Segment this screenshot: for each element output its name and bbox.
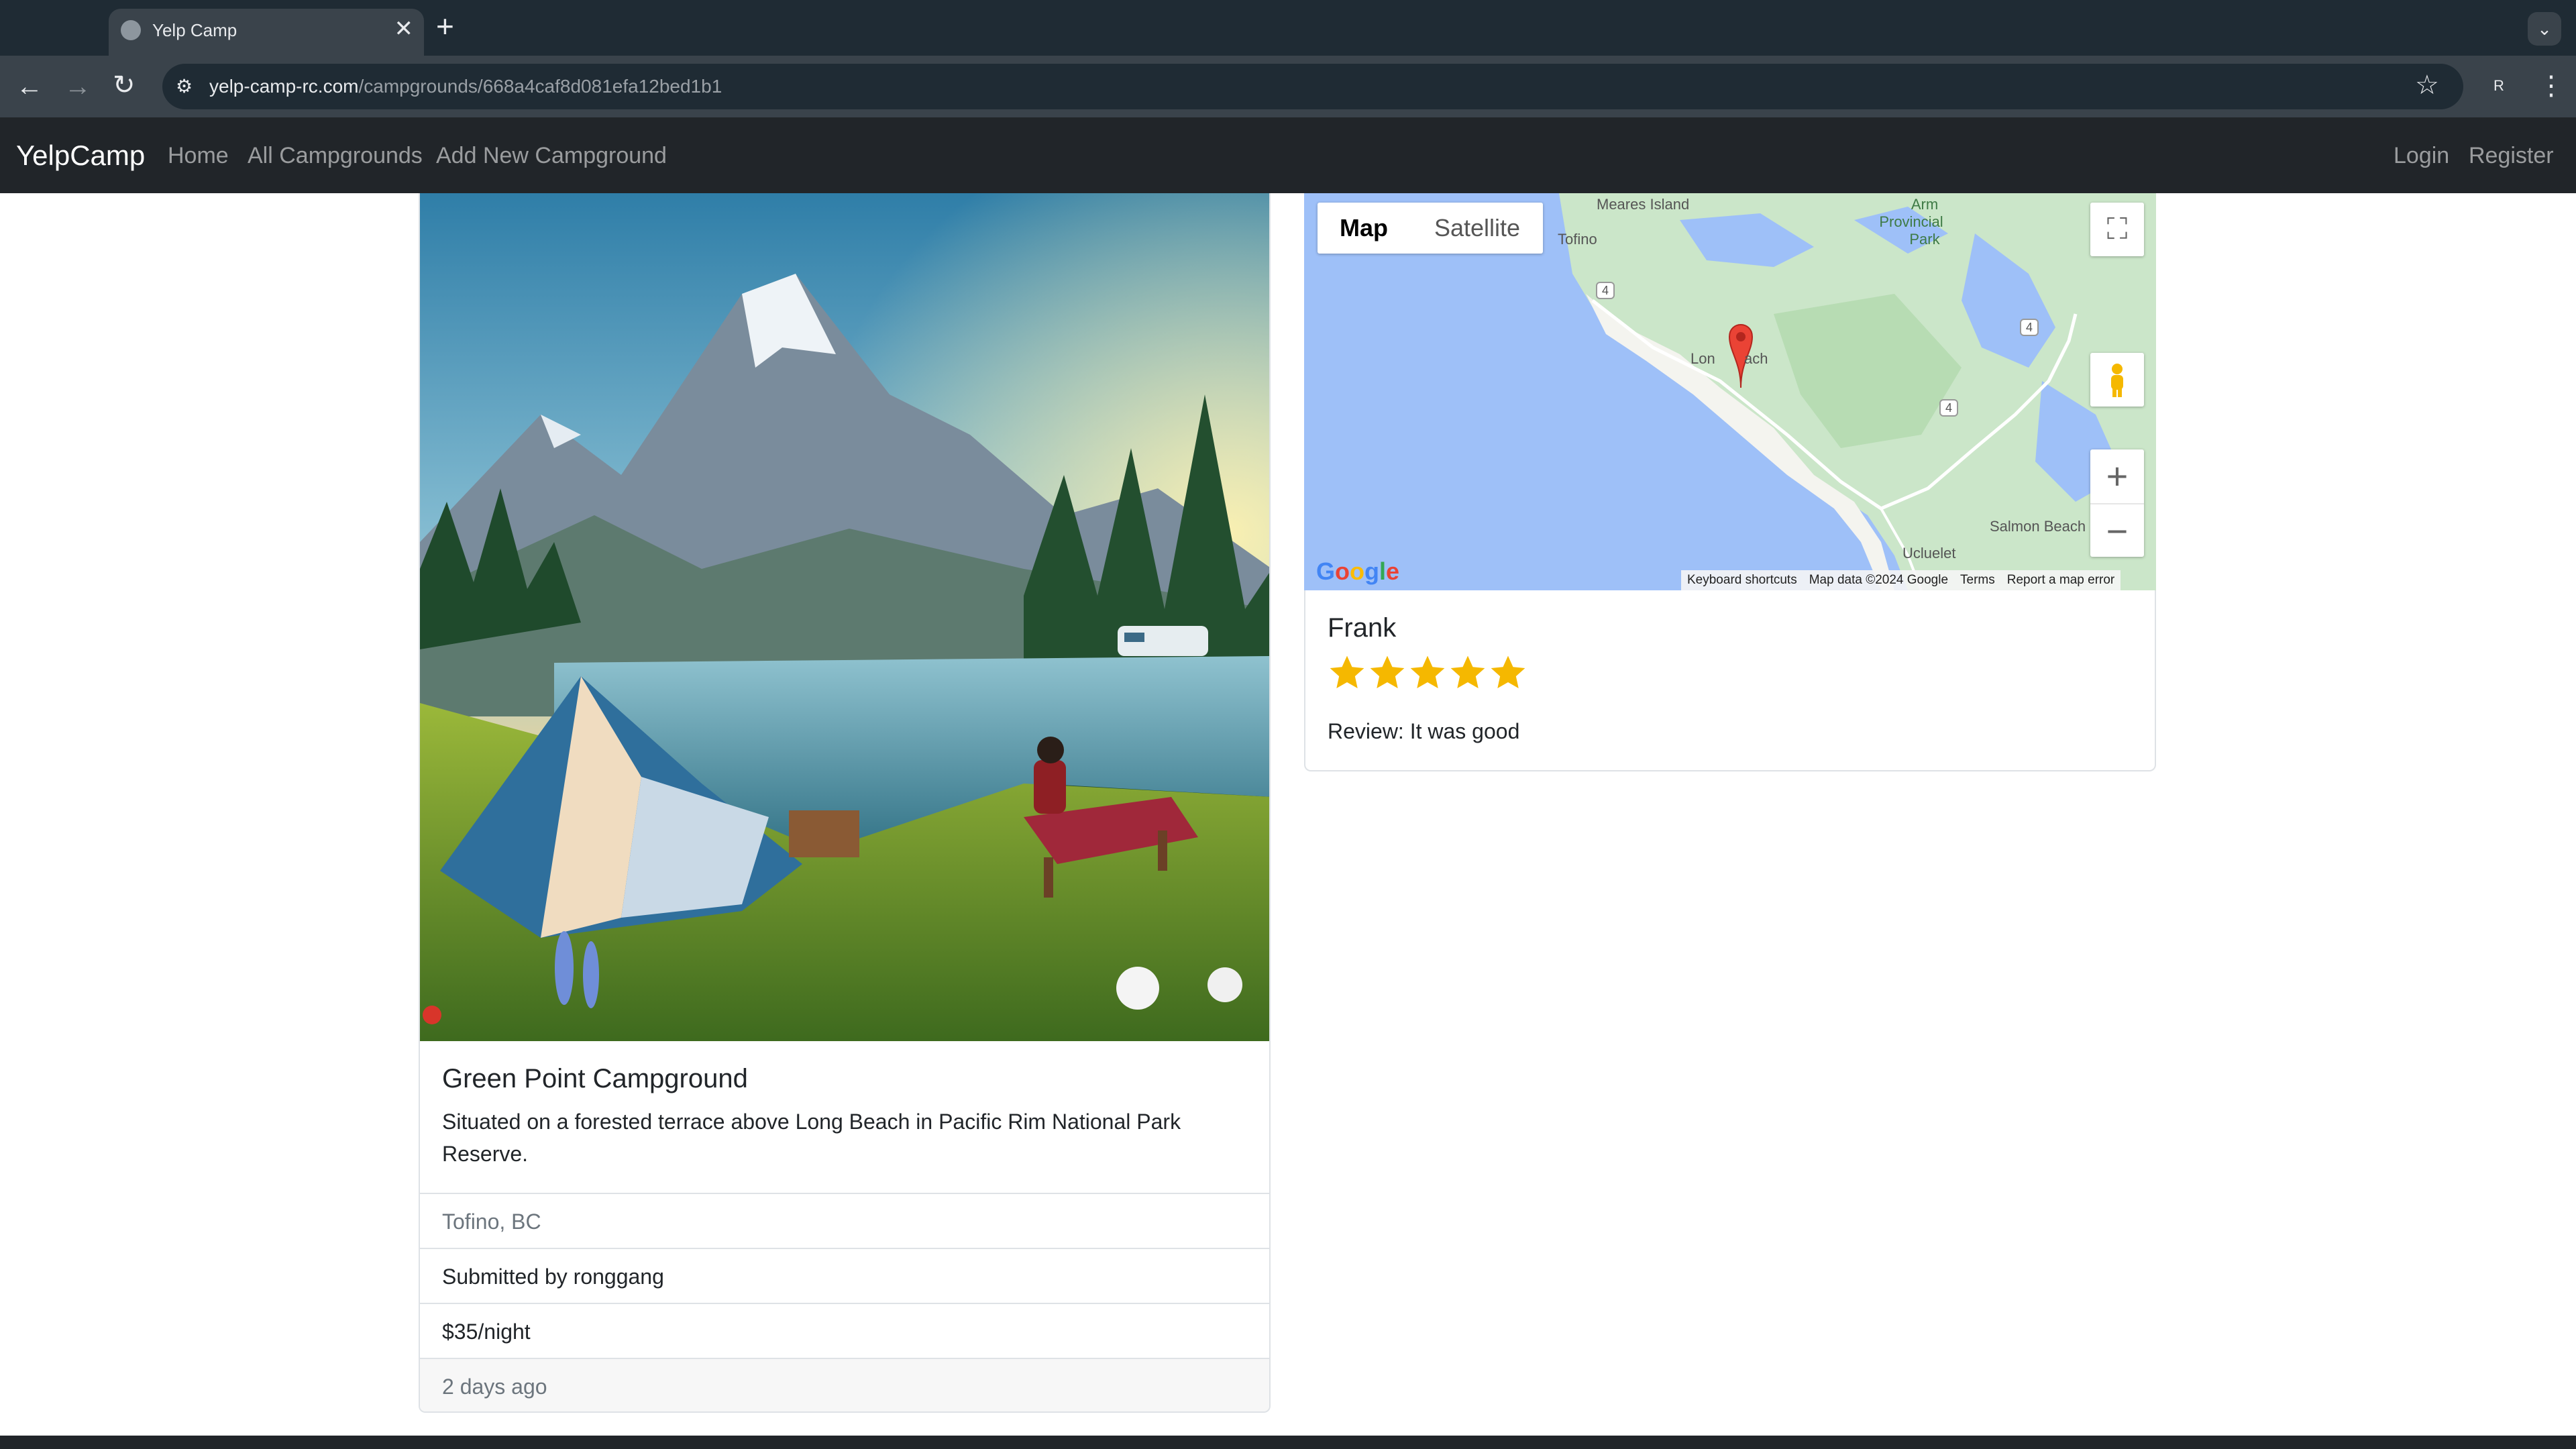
star-rating (1328, 653, 1529, 696)
nav-register-link[interactable]: Register (2469, 142, 2554, 169)
campground-card-footer: 2 days ago (420, 1358, 1269, 1411)
url-domain: yelp-camp-rc.com (209, 76, 359, 97)
campground-card: Green Point Campground Situated on a for… (419, 193, 1271, 1413)
campground-location: Tofino, BC (442, 1210, 541, 1234)
browser-menu-icon[interactable]: ⋮ (2538, 67, 2565, 105)
campground-posted-time: 2 days ago (442, 1375, 547, 1399)
map-label-ucluelet: Ucluelet (1902, 545, 1956, 561)
url-path: /campgrounds/668a4caf8d081efa12bed1b1 (358, 76, 722, 97)
close-tab-icon[interactable]: ✕ (394, 15, 414, 42)
campground-author-item: Submitted by ronggang (420, 1248, 1269, 1303)
star-icon (1330, 655, 1364, 688)
review-text: Review: It was good (1328, 719, 1520, 743)
tab-title: Yelp Camp (152, 20, 237, 40)
campground-description: Situated on a forested terrace above Lon… (442, 1110, 1181, 1166)
url-text[interactable]: yelp-camp-rc.com/campgrounds/668a4caf8d0… (209, 72, 722, 101)
review-card: Frank Review: It was good (1304, 590, 2156, 771)
route-4-label: 4 (1601, 284, 1609, 297)
globe-icon (121, 20, 141, 40)
map-label-meares-island: Meares Island (1597, 196, 1690, 213)
report-map-error-link[interactable]: Report a map error (2001, 570, 2121, 590)
browser-tab[interactable]: Yelp Camp ✕ (109, 9, 424, 56)
profile-avatar[interactable]: R (2482, 69, 2516, 103)
street-view-pegman-icon[interactable] (2090, 353, 2144, 407)
tab-search-chevron-icon[interactable]: ⌄ (2528, 12, 2561, 46)
star-icon (1410, 655, 1445, 688)
map-attribution-bar: Keyboard shortcuts Map data ©2024 Google T… (1681, 570, 2121, 590)
zoom-out-button[interactable]: − (2090, 503, 2144, 557)
map-label-long-beach-end: ach (1744, 350, 1768, 367)
zoom-control: + − (2090, 449, 2144, 557)
page-footer-bar (0, 1436, 2576, 1449)
star-icon (1491, 655, 1525, 688)
map-data-attribution: Map data ©2024 Google (1809, 573, 1949, 587)
map-label-tofino: Tofino (1558, 231, 1597, 248)
zoom-in-button[interactable]: + (2090, 449, 2144, 503)
campground-photo (420, 193, 1269, 1041)
brand-logo[interactable]: YelpCamp (16, 140, 145, 172)
map-type-control: Map Satellite (1318, 203, 1543, 254)
fullscreen-icon[interactable]: ⛶ (2090, 203, 2144, 256)
pegman-figure (2111, 364, 2123, 397)
map-type-satellite-button[interactable]: Satellite (1411, 203, 1543, 254)
nav-login-link[interactable]: Login (2394, 142, 2449, 169)
map-type-map-button[interactable]: Map (1318, 203, 1410, 254)
keyboard-shortcuts-link[interactable]: Keyboard shortcuts (1681, 570, 1803, 590)
map-label-park: Park (1909, 231, 1940, 248)
google-logo[interactable]: Google (1316, 558, 1399, 585)
star-icon (1370, 655, 1405, 688)
terms-link[interactable]: Terms (1954, 570, 2001, 590)
site-info-icon[interactable]: ⚙ (176, 72, 193, 101)
map-label-long-beach-start: Lon (1690, 350, 1715, 367)
campground-title: Green Point Campground (442, 1064, 748, 1093)
new-tab-button[interactable]: + (436, 9, 454, 43)
map-label-provincial: Provincial (1879, 213, 1943, 230)
route-4-label: 4 (2025, 321, 2033, 334)
campground-author: Submitted by ronggang (442, 1265, 664, 1289)
map-label-arm: Arm (1911, 196, 1939, 213)
nav-home-link[interactable]: Home (168, 142, 229, 169)
review-author: Frank (1328, 613, 1397, 643)
reload-icon[interactable]: ↻ (113, 70, 136, 101)
nav-add-campground-link[interactable]: Add New Campground (436, 142, 667, 169)
campground-map[interactable]: 4 4 4 Meares Island Tofino Arm Provincia… (1304, 193, 2156, 590)
campground-price-item: $35/night (420, 1303, 1269, 1358)
map-label-salmon-beach: Salmon Beach (1990, 518, 2086, 535)
forward-arrow-icon[interactable]: → (64, 71, 91, 102)
nav-all-campgrounds-link[interactable]: All Campgrounds (248, 142, 423, 169)
back-arrow-icon[interactable]: ← (16, 71, 43, 102)
star-icon (1450, 655, 1485, 688)
route-4-label: 4 (1945, 401, 1952, 415)
campground-price: $35/night (442, 1320, 531, 1344)
campground-location-item: Tofino, BC (420, 1193, 1269, 1248)
bookmark-star-icon[interactable]: ☆ (2415, 70, 2439, 101)
